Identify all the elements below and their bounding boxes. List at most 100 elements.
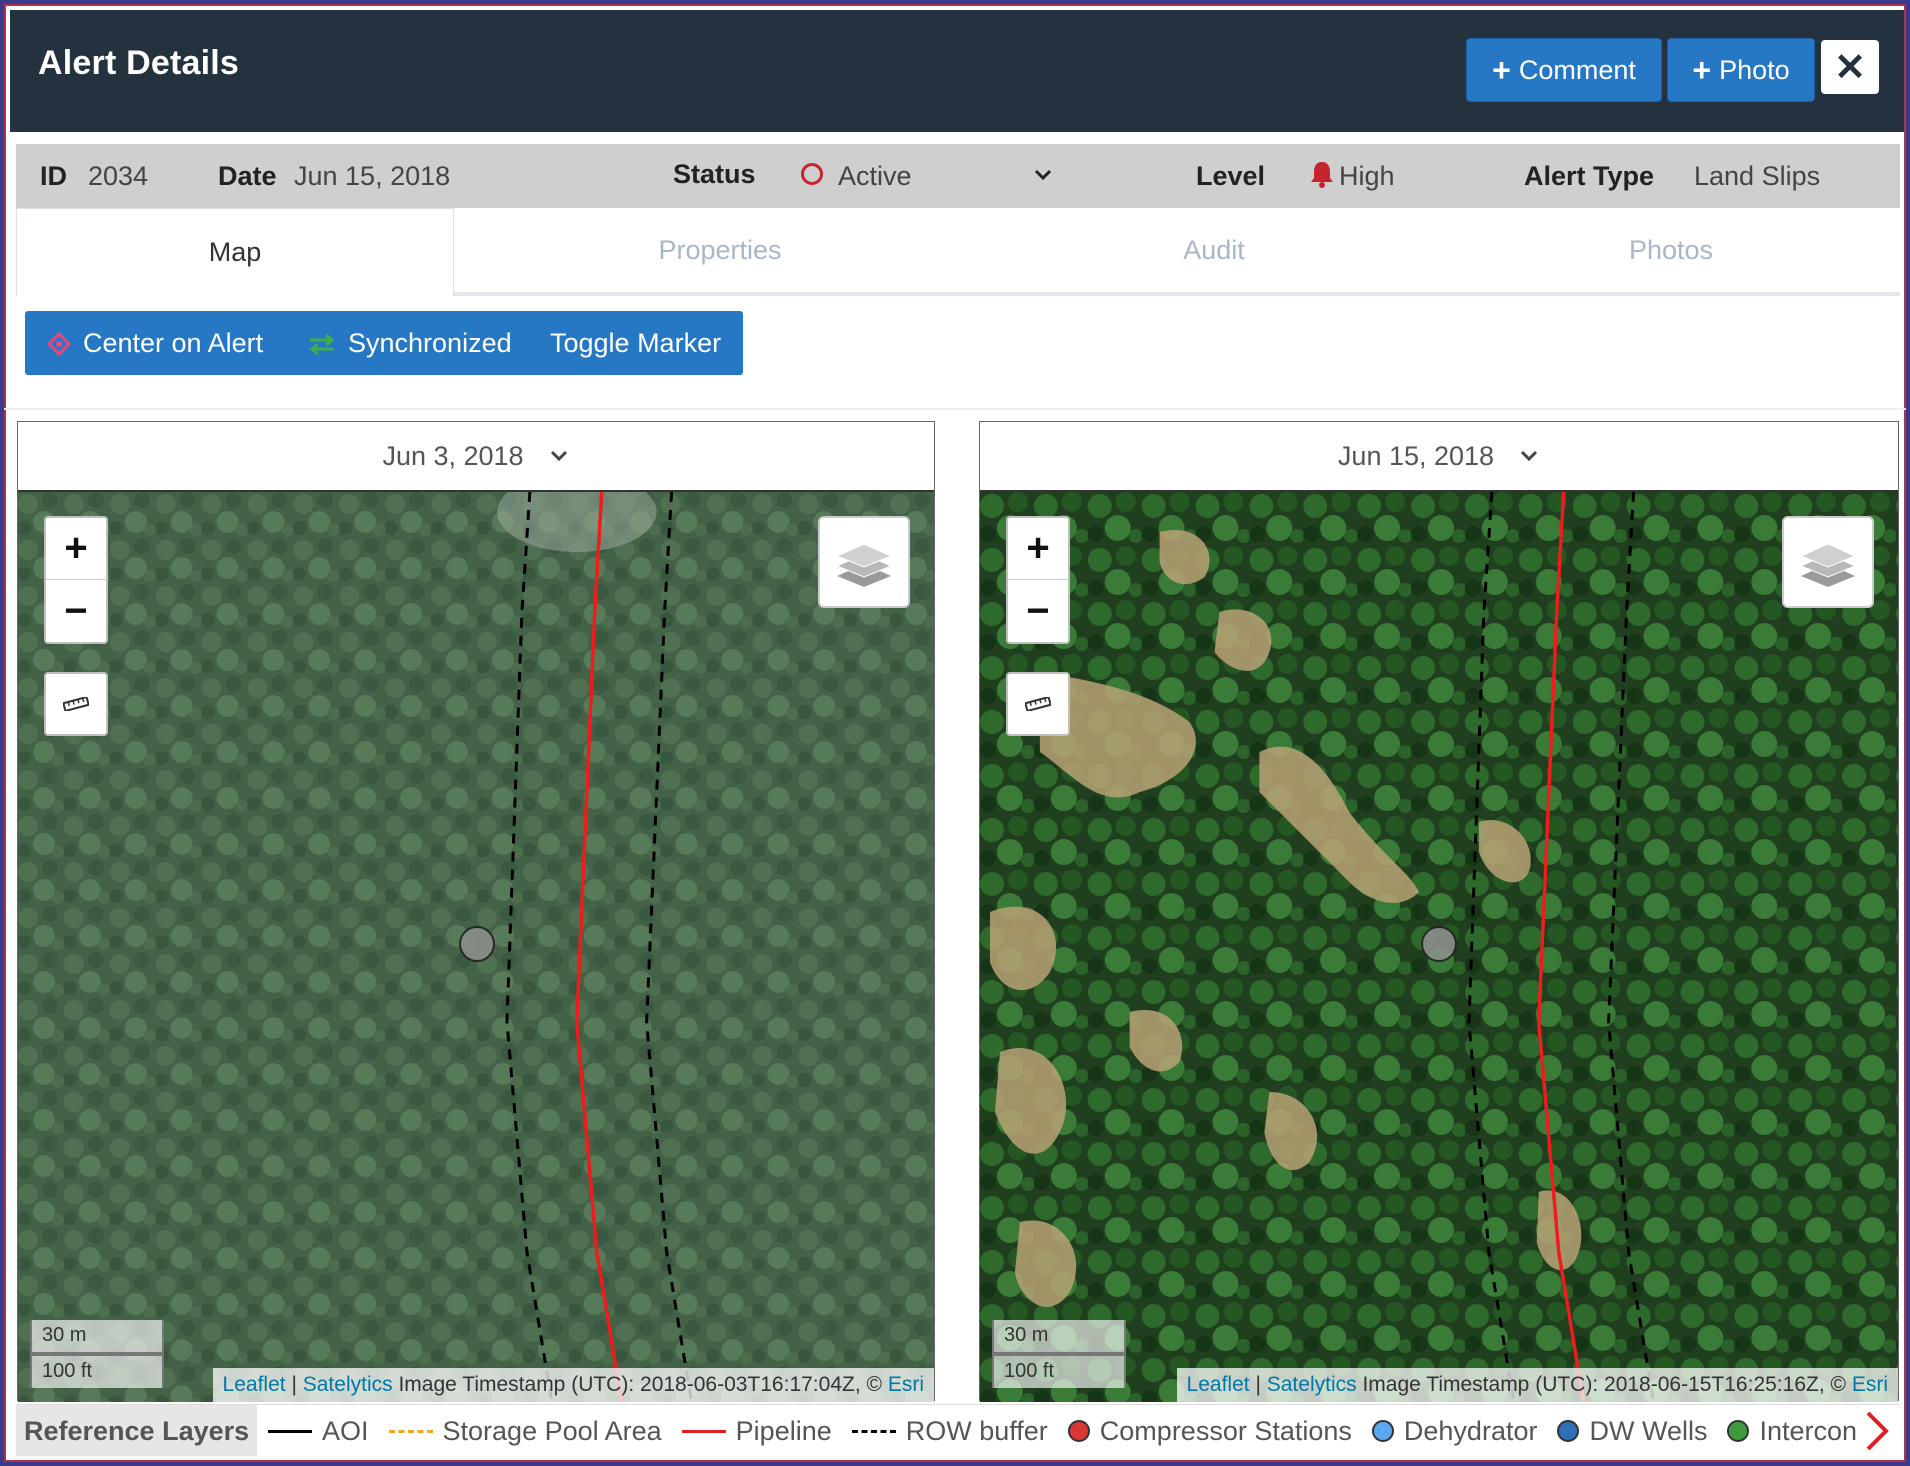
alert-type-value: Land Slips — [1694, 161, 1821, 191]
esri-link[interactable]: Esri — [1852, 1373, 1888, 1396]
alert-marker[interactable] — [459, 926, 495, 962]
scale-metric: 30 m — [30, 1320, 164, 1354]
scale-bar: 30 m 100 ft — [992, 1320, 1126, 1388]
date-select-left[interactable]: Jun 3, 2018 — [18, 422, 934, 492]
scale-metric: 30 m — [992, 1320, 1126, 1354]
chevron-right-icon[interactable] — [1856, 1409, 1896, 1453]
synchronized-toggle[interactable]: Synchronized — [308, 328, 512, 359]
chevron-down-icon[interactable] — [1032, 164, 1054, 186]
layers-icon — [1799, 543, 1857, 587]
legend-item-storage-pool-area[interactable]: Storage Pool Area — [388, 1416, 662, 1447]
map-panel-right: Jun 15, 2018 + − 30 m 100 ft Leaflet | S… — [979, 421, 1899, 1402]
map-panel-left: Jun 3, 2018 + − 30 m 100 ft Leaflet | Sa… — [17, 421, 935, 1402]
id-value: 2034 — [88, 161, 149, 191]
measure-button[interactable] — [44, 672, 108, 736]
add-photo-button[interactable]: + Photo — [1667, 38, 1815, 102]
add-comment-button[interactable]: + Comment — [1466, 38, 1662, 102]
chevron-down-icon — [550, 450, 567, 462]
dialog-title: Alert Details — [38, 44, 240, 82]
legend-item-compressor-stations[interactable]: Compressor Stations — [1067, 1415, 1352, 1447]
date-select-right[interactable]: Jun 15, 2018 — [980, 422, 1898, 492]
legend-items: AOI Storage Pool Area Pipeline ROW buffe… — [268, 1405, 1865, 1456]
tab-bar: Map Properties Audit Photos — [16, 208, 1900, 296]
satellite-imagery — [18, 492, 934, 1402]
tab-audit[interactable]: Audit — [986, 208, 1442, 296]
close-button[interactable]: ✕ — [1821, 40, 1879, 94]
zoom-out-button[interactable]: − — [1008, 580, 1068, 642]
solid-line-swatch-icon — [268, 1429, 312, 1433]
image-timestamp: Image Timestamp (UTC): 2018-06-15T16:25:… — [1362, 1373, 1846, 1396]
legend-item-intercon[interactable]: Intercon — [1727, 1416, 1857, 1447]
tab-map[interactable]: Map — [16, 208, 454, 296]
legend-item-dehydrator[interactable]: Dehydrator — [1371, 1415, 1538, 1447]
esri-link[interactable]: Esri — [888, 1373, 924, 1396]
dot-swatch-icon — [1067, 1420, 1090, 1442]
zoom-control: + − — [1006, 516, 1070, 644]
toggle-marker-label: Toggle Marker — [550, 328, 722, 358]
legend-label: DW Wells — [1589, 1415, 1708, 1446]
add-photo-label: Photo — [1719, 54, 1790, 85]
dashed-line-swatch-icon — [388, 1429, 433, 1433]
layers-button[interactable] — [818, 516, 910, 608]
map-toolbar: Center on Alert Synchronized Toggle Mark… — [25, 311, 743, 375]
scale-bar: 30 m 100 ft — [30, 1320, 164, 1388]
synchronized-label: Synchronized — [348, 328, 512, 358]
date-label: Date — [218, 161, 277, 191]
layers-button[interactable] — [1782, 516, 1874, 608]
level-value: High — [1339, 161, 1395, 191]
close-icon: ✕ — [1834, 46, 1866, 89]
status-circle-icon — [801, 163, 823, 185]
ruler-icon — [1025, 697, 1051, 711]
attribution-separator: | — [291, 1373, 297, 1396]
plus-icon: + — [1492, 52, 1511, 88]
reference-layers-legend: Reference Layers AOI Storage Pool Area P… — [16, 1404, 1900, 1456]
alert-details-dialog: Alert Details + Comment + Photo ✕ ID 203… — [0, 0, 1910, 1466]
solid-line-swatch-icon — [681, 1429, 726, 1433]
satelytics-link[interactable]: Satelytics — [303, 1373, 393, 1396]
zoom-in-button[interactable]: + — [46, 518, 106, 580]
legend-item-pipeline[interactable]: Pipeline — [681, 1415, 832, 1447]
map-attribution: Leaflet | Satelytics Image Timestamp (UT… — [212, 1368, 934, 1402]
legend-label: Dehydrator — [1403, 1415, 1538, 1446]
leaflet-link[interactable]: Leaflet — [223, 1373, 286, 1396]
status-label: Status — [673, 159, 756, 189]
bell-icon — [1311, 162, 1333, 188]
date-select-value: Jun 3, 2018 — [382, 440, 524, 471]
date-value: Jun 15, 2018 — [294, 161, 451, 191]
zoom-out-button[interactable]: − — [46, 580, 106, 642]
divider — [4, 408, 1906, 410]
satellite-map-left[interactable]: + − 30 m 100 ft Leaflet | Satelytics Ima… — [18, 492, 934, 1402]
image-timestamp: Image Timestamp (UTC): 2018-06-03T16:17:… — [398, 1373, 882, 1396]
zoom-in-button[interactable]: + — [1008, 518, 1068, 580]
legend-item-aoi[interactable]: AOI — [268, 1416, 369, 1447]
legend-title: Reference Layers — [16, 1405, 258, 1456]
legend-label: ROW buffer — [905, 1415, 1048, 1446]
tab-properties[interactable]: Properties — [454, 208, 986, 296]
legend-label: Pipeline — [735, 1415, 832, 1446]
legend-item-dw-wells[interactable]: DW Wells — [1557, 1416, 1707, 1447]
satelytics-link[interactable]: Satelytics — [1267, 1373, 1357, 1396]
satellite-map-right[interactable]: + − 30 m 100 ft Leaflet | Satelytics Ima… — [980, 492, 1898, 1402]
tab-photos[interactable]: Photos — [1442, 208, 1900, 296]
center-on-alert-button[interactable]: Center on Alert — [47, 328, 263, 359]
alert-info-bar: ID 2034 Date Jun 15, 2018 Status Active … — [16, 144, 1900, 208]
legend-item-row-buffer[interactable]: ROW buffer — [851, 1415, 1048, 1447]
id-label: ID — [40, 161, 67, 191]
leaflet-link[interactable]: Leaflet — [1187, 1373, 1250, 1396]
layers-icon — [835, 543, 893, 587]
add-comment-label: Comment — [1518, 54, 1636, 85]
sync-arrows-icon — [309, 333, 335, 355]
attribution-separator: | — [1255, 1373, 1261, 1396]
legend-label: Intercon — [1759, 1415, 1858, 1446]
date-select-value: Jun 15, 2018 — [1337, 440, 1495, 471]
status-value[interactable]: Active — [838, 161, 912, 192]
center-on-alert-label: Center on Alert — [83, 328, 264, 358]
alert-marker[interactable] — [1421, 926, 1457, 962]
crosshair-icon — [47, 331, 71, 356]
toggle-marker-button[interactable]: Toggle Marker — [550, 328, 721, 359]
scale-imperial: 100 ft — [992, 1354, 1126, 1388]
dashed-line-swatch-icon — [851, 1429, 896, 1433]
ruler-icon — [63, 697, 89, 711]
measure-button[interactable] — [1006, 672, 1070, 736]
legend-label: Compressor Stations — [1099, 1415, 1352, 1446]
